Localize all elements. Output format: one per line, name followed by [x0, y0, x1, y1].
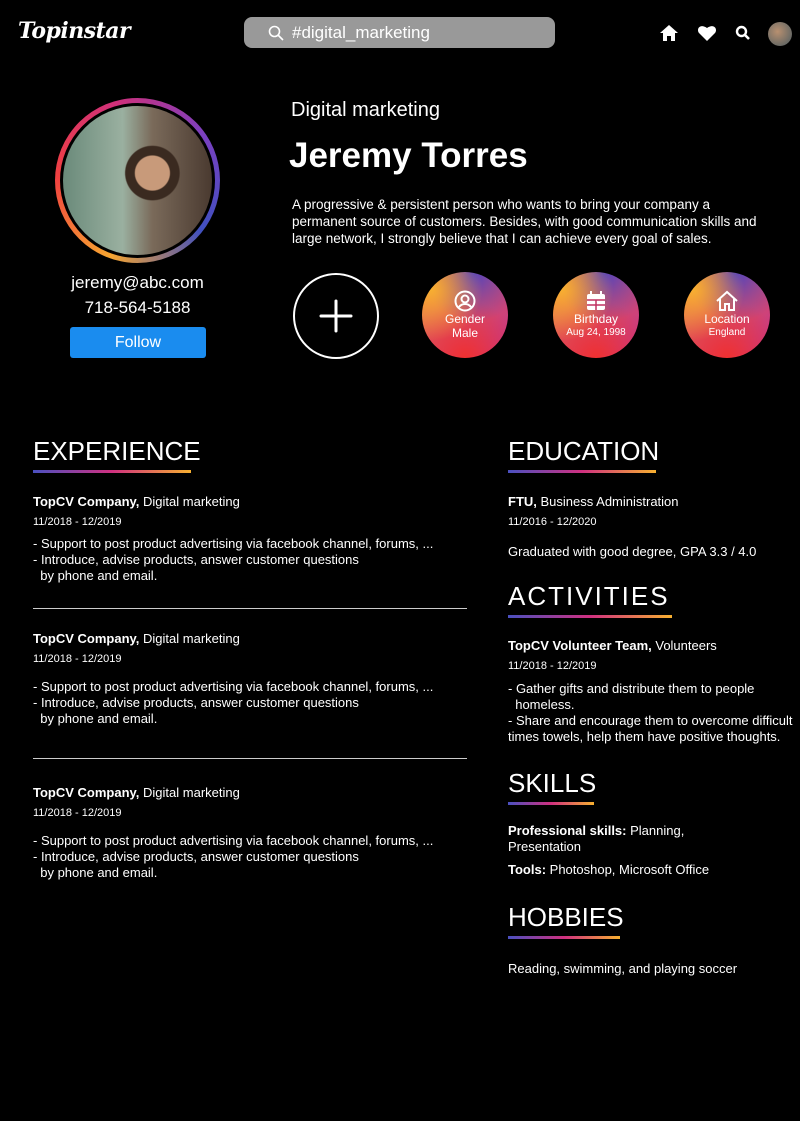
value: Presentation [508, 839, 581, 854]
job-role: Digital marketing [139, 785, 240, 800]
birthday-label: Birthday [573, 312, 619, 326]
activity-role: Volunteers [651, 638, 717, 653]
job-role: Digital marketing [139, 631, 240, 646]
phone: 718-564-5188 [84, 298, 191, 317]
role: Digital marketing [291, 99, 440, 121]
heading-underline [508, 802, 594, 805]
search-input[interactable]: #digital_marketing [244, 17, 555, 48]
skills-heading: SKILLS [508, 768, 597, 798]
location-value: England [708, 327, 746, 338]
hobbies-heading: HOBBIES [508, 902, 624, 932]
email: jeremy@abc.com [71, 273, 204, 292]
value: Planning, [626, 823, 685, 838]
education-note: Graduated with good degree, GPA 3.3 / 4.… [508, 544, 757, 559]
search-icon [268, 25, 284, 41]
description: A progressive & persistent person who wa… [292, 197, 757, 246]
experience-item: TopCV Company, Digital marketing 11/2018… [33, 494, 473, 584]
line: - Support to post product advertising vi… [33, 679, 434, 694]
home-icon[interactable] [658, 22, 680, 44]
experience-item: TopCV Company, Digital marketing 11/2018… [33, 785, 473, 881]
line: by phone and email. [33, 865, 158, 880]
education-date: 11/2016 - 12/2020 [508, 516, 597, 528]
heading-underline [508, 936, 620, 939]
hobbies-text: Reading, swimming, and playing soccer [508, 961, 738, 976]
line: times towels, help them have positive th… [508, 729, 781, 744]
label: Tools: [508, 862, 547, 877]
company: TopCV Company, [33, 631, 140, 646]
school: FTU, [508, 494, 537, 509]
house-icon [716, 290, 738, 311]
company: TopCV Company, [33, 494, 140, 509]
date: 11/2018 - 12/2019 [33, 516, 122, 528]
location-label: Location [704, 312, 750, 326]
org: TopCV Volunteer Team, [508, 638, 652, 653]
line: - Support to post product advertising vi… [33, 536, 434, 551]
education-school: FTU, Business Administration [508, 494, 679, 510]
activities-heading: ACTIVITIES [508, 581, 670, 611]
birthday-value: Aug 24, 1998 [566, 327, 626, 338]
line: by phone and email. [33, 711, 158, 726]
plus-icon [319, 299, 353, 333]
line: homeless. [508, 697, 575, 712]
line: - Introduce, advise products, answer cus… [33, 849, 359, 864]
date: 11/2018 - 12/2019 [33, 807, 122, 819]
line: - Gather gifts and distribute them to pe… [508, 681, 755, 696]
profile-photo [55, 98, 220, 263]
experience-heading: EXPERIENCE [33, 436, 201, 466]
company: TopCV Company, [33, 785, 140, 800]
add-button[interactable] [293, 273, 379, 359]
page-title: Jeremy Torres [289, 136, 528, 175]
follow-button[interactable]: Follow [70, 327, 206, 358]
user-avatar[interactable] [768, 22, 792, 46]
line: by phone and email. [33, 568, 158, 583]
line: - Introduce, advise products, answer cus… [33, 695, 359, 710]
value: Photoshop, Microsoft Office [546, 862, 710, 877]
birthday-badge: Birthday Aug 24, 1998 [553, 272, 639, 358]
major: Business Administration [536, 494, 679, 509]
experience-item: TopCV Company, Digital marketing 11/2018… [33, 631, 473, 727]
education-heading: EDUCATION [508, 436, 660, 466]
gender-value: Male [451, 326, 478, 340]
calendar-icon [587, 291, 605, 310]
line: - Share and encourage them to overcome d… [508, 713, 793, 728]
activity-org: TopCV Volunteer Team, Volunteers [508, 638, 717, 654]
activity-lines: - Gather gifts and distribute them to pe… [508, 681, 792, 745]
heading-underline [508, 470, 656, 473]
line: - Support to post product advertising vi… [33, 833, 434, 848]
job-role: Digital marketing [139, 494, 240, 509]
user-icon [454, 290, 476, 312]
gender-badge: Gender Male [422, 272, 508, 358]
heading-underline [33, 470, 191, 473]
label: Professional skills: [508, 823, 627, 838]
logo[interactable]: Topinstar [18, 18, 131, 44]
gender-label: Gender [444, 312, 486, 326]
line: - Introduce, advise products, answer cus… [33, 552, 359, 567]
divider [33, 758, 467, 759]
divider [33, 608, 467, 609]
professional-skills: Professional skills: Planning, Presentati… [508, 823, 684, 855]
heart-icon[interactable] [696, 22, 718, 44]
search-nav-icon[interactable] [732, 22, 754, 44]
date: 11/2018 - 12/2019 [33, 653, 122, 665]
heading-underline [508, 615, 672, 618]
activity-date: 11/2018 - 12/2019 [508, 660, 597, 672]
tools: Tools: Photoshop, Microsoft Office [508, 862, 709, 878]
location-badge: Location England [684, 272, 770, 358]
search-value: #digital_marketing [292, 22, 430, 42]
